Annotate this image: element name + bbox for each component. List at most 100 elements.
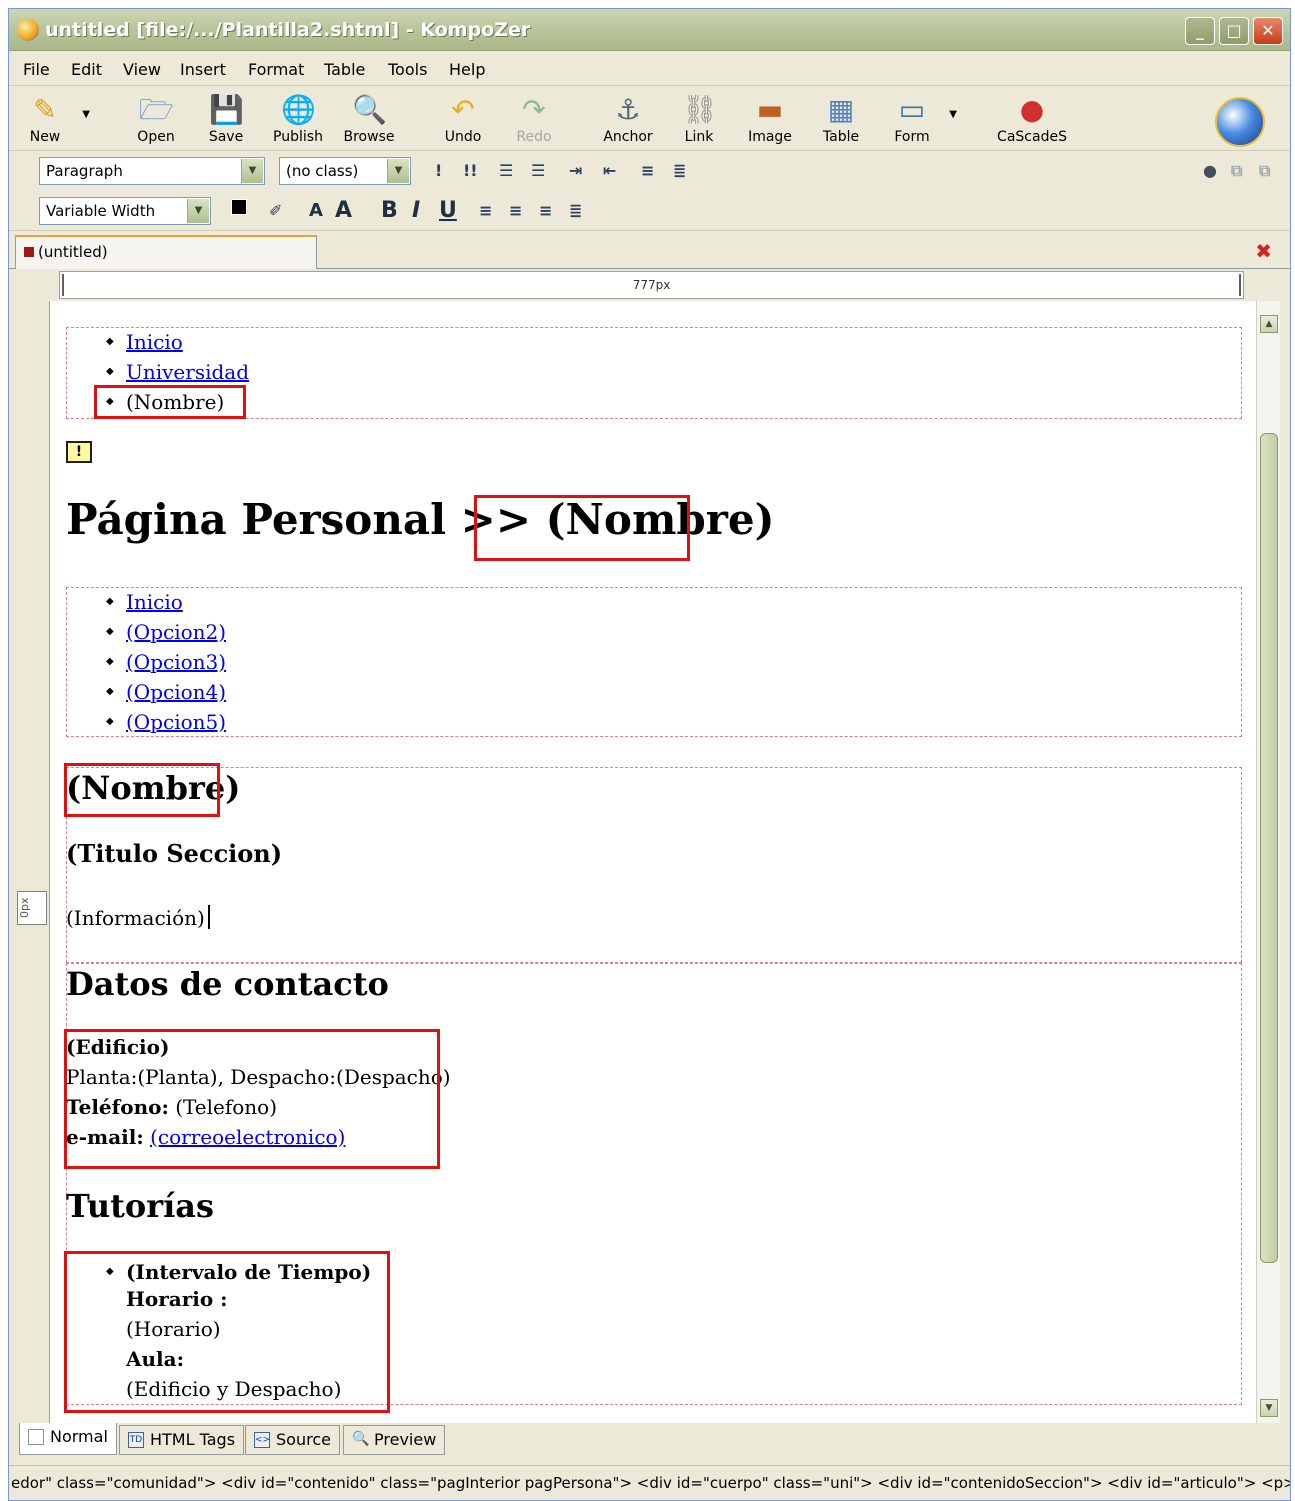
align-left-icon[interactable]: ≡ (479, 197, 492, 225)
list-item[interactable]: Inicio (106, 327, 249, 357)
paragraph-format-select[interactable]: Paragraph ▼ (39, 157, 265, 185)
vertical-scrollbar[interactable]: ▲ ▼ (1256, 301, 1280, 1423)
strong-emphasis-button[interactable]: !! (463, 157, 478, 185)
magnifier-icon: 🔍 (352, 1431, 370, 1447)
open-button[interactable]: 🗁 Open (125, 91, 187, 149)
info-paragraph[interactable]: (Información) (66, 905, 210, 930)
form-icon: ▭ (898, 93, 926, 126)
contact-heading: Datos de contacto (66, 965, 389, 1003)
publish-button[interactable]: 🌐 Publish (267, 91, 329, 149)
scroll-thumb[interactable] (1260, 433, 1278, 1263)
highlight-box (64, 1029, 440, 1169)
list-item[interactable]: (Opcion4) (106, 677, 226, 707)
text-color-button[interactable] (231, 199, 247, 215)
bold-icon[interactable]: B (381, 197, 398, 225)
align-justify-icon[interactable]: ≣ (569, 197, 582, 225)
highlight-box (94, 385, 246, 419)
dropdown-arrow-icon[interactable]: ▼ (82, 109, 90, 120)
tab-preview[interactable]: 🔍 Preview (343, 1425, 446, 1455)
magnifier-icon: 🔍 (352, 93, 387, 126)
menu-view[interactable]: View (123, 60, 161, 79)
list-item[interactable]: Universidad (106, 357, 249, 387)
zoom-icon[interactable]: ● (1203, 157, 1217, 185)
table-icon: ▦ (827, 93, 855, 126)
cascades-button[interactable]: ● CaScadeS (997, 91, 1067, 149)
close-tab-icon[interactable]: ✖ (1255, 239, 1272, 263)
tag-status-bar[interactable]: edor" class="comunidad"> <div id="conten… (9, 1465, 1290, 1501)
scroll-up-icon[interactable]: ▲ (1260, 315, 1278, 333)
italic-icon[interactable]: I (412, 197, 420, 225)
image-button[interactable]: ▬ Image (739, 91, 801, 149)
td-tag-icon: TD (128, 1432, 144, 1448)
paste-style-icon[interactable]: ⧉ (1259, 157, 1270, 185)
menu-edit[interactable]: Edit (71, 60, 102, 79)
menu-insert[interactable]: Insert (180, 60, 226, 79)
maximize-button[interactable]: □ (1219, 17, 1249, 45)
bullet-list-icon[interactable]: ☰ (531, 157, 545, 185)
tab-normal[interactable]: Normal (19, 1423, 117, 1455)
list-item[interactable]: (Opcion3) (106, 647, 226, 677)
form-button[interactable]: ▭ Form ▼ (881, 91, 957, 149)
kompozer-globe-icon (1215, 97, 1265, 147)
align-justify-icon[interactable]: ≣ (673, 157, 686, 185)
numbered-list-icon[interactable]: ☰ (499, 157, 513, 185)
warning-icon: ! (66, 441, 92, 463)
view-mode-tabs: Normal TD HTML Tags <> Source 🔍 Preview (9, 1423, 1290, 1463)
chain-link-icon: ⛓ (682, 93, 718, 126)
highlight-icon[interactable]: ✐ (269, 197, 282, 225)
align-center-icon[interactable]: ≡ (641, 157, 654, 185)
emphasis-button[interactable]: ! (435, 157, 442, 185)
menu-help[interactable]: Help (449, 60, 485, 79)
scroll-down-icon[interactable]: ▼ (1260, 1399, 1278, 1417)
menu-file[interactable]: File (23, 60, 50, 79)
editor-canvas[interactable]: Inicio Universidad (Nombre) ! Página Per… (49, 301, 1256, 1423)
left-gutter (13, 271, 49, 1423)
table-button[interactable]: ▦ Table (810, 91, 872, 149)
link-button[interactable]: ⛓ Link (668, 91, 730, 149)
minimize-button[interactable]: _ (1185, 17, 1215, 45)
class-select[interactable]: (no class) ▼ (279, 157, 411, 185)
list-item[interactable]: (Opcion5) (106, 707, 226, 737)
title-bar: untitled [file:/.../Plantilla2.shtml] - … (9, 9, 1290, 51)
list-item[interactable]: (Opcion2) (106, 617, 226, 647)
undo-button[interactable]: ↶ Undo (432, 91, 494, 149)
chevron-down-icon: ▼ (387, 159, 409, 183)
list-item[interactable]: Inicio (106, 587, 226, 617)
redo-button[interactable]: ↷ Redo (503, 91, 565, 149)
tab-html-tags[interactable]: TD HTML Tags (119, 1425, 245, 1455)
left-width-badge: 0px (17, 891, 47, 925)
page-icon (28, 1429, 44, 1445)
app-window: untitled [file:/.../Plantilla2.shtml] - … (8, 8, 1291, 1501)
tab-source[interactable]: <> Source (245, 1425, 340, 1455)
kompozer-logo-icon (17, 19, 39, 41)
anchor-button[interactable]: ⚓ Anchor (597, 91, 659, 149)
tutorias-heading: Tutorías (66, 1187, 215, 1225)
menu-tools[interactable]: Tools (388, 60, 427, 79)
font-select[interactable]: Variable Width ▼ (39, 197, 211, 225)
indent-icon[interactable]: ⇥ (569, 157, 582, 185)
copy-style-icon[interactable]: ⧉ (1231, 157, 1242, 185)
align-center-icon[interactable]: ≡ (509, 197, 522, 225)
section-nav-list: Inicio (Opcion2) (Opcion3) (Opcion4) (Op… (106, 587, 226, 737)
browse-button[interactable]: 🔍 Browse (338, 91, 400, 149)
tag-path[interactable]: edor" class="comunidad"> <div id="conten… (11, 1466, 1290, 1500)
source-code-icon: <> (254, 1432, 270, 1448)
decrease-font-icon[interactable]: A (309, 197, 323, 225)
new-button[interactable]: ✎ New ▼ (14, 91, 90, 149)
increase-font-icon[interactable]: A (335, 197, 352, 225)
dropdown-arrow-icon[interactable]: ▼ (949, 109, 957, 120)
format-toolbar-2: Variable Width ▼ ✐ A A B I U ≡ ≡ ≡ ≣ (9, 191, 1290, 231)
underline-icon[interactable]: U (439, 197, 457, 225)
save-button[interactable]: 💾 Save (195, 91, 257, 149)
globe-icon: 🌐 (281, 93, 316, 126)
pencil-icon: ✎ (33, 93, 57, 126)
tab-untitled[interactable]: (untitled) (15, 235, 317, 269)
text-caret (207, 905, 210, 929)
outdent-icon[interactable]: ⇤ (603, 157, 616, 185)
align-right-icon[interactable]: ≡ (539, 197, 552, 225)
menu-format[interactable]: Format (248, 60, 304, 79)
menu-bar: File Edit View Insert Format Table Tools… (9, 52, 1290, 86)
chevron-down-icon: ▼ (187, 199, 209, 223)
menu-table[interactable]: Table (324, 60, 365, 79)
close-button[interactable]: ✕ (1253, 17, 1283, 45)
